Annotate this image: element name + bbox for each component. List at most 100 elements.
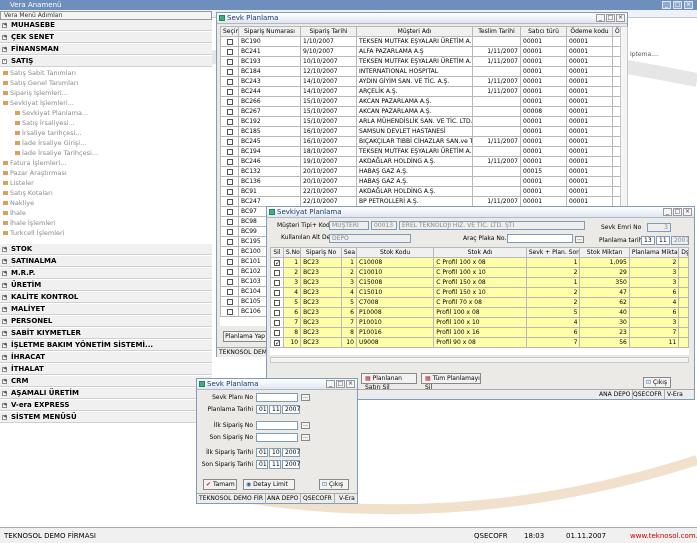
column-header[interactable]: Dş — [678, 247, 689, 258]
sevk-window-minimize-button[interactable]: _ — [596, 14, 605, 22]
sidebar-item[interactable]: + MALİYET — [0, 304, 212, 315]
collapse-icon[interactable]: - — [2, 59, 7, 64]
close-button[interactable]: × — [684, 1, 693, 9]
column-header[interactable]: Teslim Tarihi — [472, 26, 521, 37]
row-delete-checkbox[interactable] — [273, 299, 280, 306]
sevkiyat-window-close-button[interactable]: × — [683, 208, 692, 216]
table-row[interactable]: 8 BC23 8 P10016 Profil 100 x 16 6 23 7 — [270, 327, 689, 338]
row-checkbox[interactable] — [226, 38, 233, 45]
table-row[interactable]: 1BC231C10008C Profil 100 x 0811,0952 — [270, 257, 689, 268]
sidebar-subitem[interactable]: Turkcell İşlemleri — [0, 228, 212, 238]
row-checkbox[interactable] — [226, 158, 233, 165]
musteri-kodu-field[interactable]: 00013 — [371, 221, 397, 230]
sidebar-item[interactable]: + V-era EXPRESS — [0, 400, 212, 411]
sevk-plan-no-lookup-button[interactable]: ... — [301, 394, 310, 401]
table-cell[interactable]: 7 — [628, 327, 680, 338]
table-row[interactable]: BC247 22/10/2007 BP PETROLLERİ A.Ş. 1/11/20… — [220, 196, 620, 207]
row-checkbox[interactable] — [226, 228, 233, 235]
row-checkbox[interactable] — [226, 308, 233, 315]
column-header[interactable]: Stok Kodu — [355, 247, 435, 258]
ilk-siparis-no-field[interactable] — [256, 421, 298, 430]
ilk-tarih-ay-field[interactable]: 10 — [269, 448, 281, 457]
table-cell[interactable]: 3 — [628, 277, 680, 288]
planlanan-satiri-sil-button[interactable]: ▦ Planlanan Satırı Sil — [361, 373, 417, 391]
sidebar-subitem[interactable]: Pazar Araştırması — [0, 168, 212, 178]
table-row[interactable]: 3 BC23 3 C15008 C Profil 150 x 08 1 350 3 — [270, 277, 689, 288]
expand-icon[interactable]: + — [2, 379, 7, 384]
ilk-tarih-yil-field[interactable]: 2007 — [282, 448, 300, 457]
column-header[interactable]: Ö — [612, 26, 620, 37]
table-row[interactable]: BC136 20/10/2007 HABAŞ GAZ A.Ş. 00001 00001 — [220, 176, 620, 187]
table-cell[interactable]: 3 — [628, 267, 680, 278]
sidebar-subitem[interactable]: İade İrsaliye Tarihçesi... — [0, 148, 212, 158]
dialog-close-button[interactable]: × — [346, 380, 355, 388]
row-checkbox[interactable] — [226, 188, 233, 195]
sidebar-item[interactable]: + İTHALAT — [0, 364, 212, 375]
row-checkbox[interactable] — [226, 198, 233, 205]
son-siparis-lookup-button[interactable]: ... — [301, 434, 310, 441]
table-row[interactable]: 6 BC23 6 P10008 Profil 100 x 08 5 40 6 — [270, 307, 689, 318]
sevk-emri-field[interactable]: 3 — [647, 223, 671, 232]
column-header[interactable]: Müşteri Adı — [356, 26, 473, 37]
row-delete-checkbox[interactable] — [273, 319, 280, 326]
musteri-tipi-field[interactable]: MÜŞTERİ — [329, 221, 369, 230]
row-checkbox[interactable] — [226, 128, 233, 135]
sidebar-item[interactable]: + SATINALMA — [0, 256, 212, 267]
table-cell[interactable]: 6 — [628, 287, 680, 298]
expand-icon[interactable]: + — [2, 271, 7, 276]
sidebar-item[interactable]: + FİNANSMAN — [0, 44, 212, 55]
status-url[interactable]: www.teknosol.com.tr — [630, 528, 697, 543]
sevkiyat-window-maximize-button[interactable]: □ — [673, 208, 682, 216]
table-cell[interactable]: 11 — [628, 337, 680, 348]
row-delete-checkbox[interactable] — [273, 279, 280, 286]
expand-icon[interactable]: + — [2, 295, 7, 300]
column-header[interactable]: Sipariş Tarihi — [300, 26, 357, 37]
sidebar-subitem[interactable]: Sevkiyat Planlama... — [0, 108, 212, 118]
row-checkbox[interactable] — [226, 278, 233, 285]
row-delete-checkbox[interactable] — [273, 259, 280, 267]
arac-plaka-lookup-button[interactable]: ... — [575, 236, 584, 243]
expand-icon[interactable]: + — [2, 403, 7, 408]
sidebar-item[interactable]: + İHRACAT — [0, 352, 212, 363]
sidebar-subitem[interactable]: Sipariş İşlemleri... — [0, 88, 212, 98]
row-checkbox[interactable] — [226, 58, 233, 65]
arac-plaka-field[interactable] — [507, 234, 573, 243]
planning-grid-horizontal-scrollbar[interactable] — [270, 357, 689, 363]
expand-icon[interactable]: + — [2, 35, 7, 40]
row-checkbox[interactable] — [226, 208, 233, 215]
row-delete-checkbox[interactable] — [273, 289, 280, 296]
column-header[interactable]: Seçim — [220, 26, 239, 37]
expand-icon[interactable]: + — [2, 307, 7, 312]
sidebar-item[interactable]: + AŞAMALI ÜRETİM — [0, 388, 212, 399]
table-cell[interactable]: 3 — [628, 317, 680, 328]
sidebar-subitem[interactable]: Fatura İşlemleri... — [0, 158, 212, 168]
sidebar-subitem[interactable]: Satış Kotaları — [0, 188, 212, 198]
alt-depo-field[interactable]: DEPO — [329, 234, 411, 243]
row-checkbox[interactable] — [226, 168, 233, 175]
column-header[interactable]: S.No — [282, 247, 302, 258]
expand-icon[interactable]: + — [2, 47, 7, 52]
expand-icon[interactable]: + — [2, 367, 7, 372]
row-checkbox[interactable] — [226, 118, 233, 125]
expand-icon[interactable]: + — [2, 319, 7, 324]
table-row[interactable]: BC194 18/10/2007 TEKSEN MUTFAK EŞYALARI ÜR… — [220, 146, 620, 157]
sidebar-item[interactable]: + PERSONEL — [0, 316, 212, 327]
column-header[interactable]: Sipariş No — [300, 247, 342, 258]
table-row[interactable]: BC246 19/10/2007 AKDAĞLAR HOLDİNG A.Ş. 1/11… — [220, 156, 620, 167]
sidebar-subitem[interactable]: İhale — [0, 208, 212, 218]
row-checkbox[interactable] — [226, 268, 233, 275]
sidebar-item[interactable]: + İŞLETME BAKIM YÖNETİM SİSTEMİ... — [0, 340, 212, 351]
planlama-yil-field[interactable]: 2007 — [671, 236, 689, 245]
row-checkbox[interactable] — [226, 258, 233, 265]
row-checkbox[interactable] — [226, 98, 233, 105]
sidebar-item[interactable]: + ÜRETİM — [0, 280, 212, 291]
row-delete-checkbox[interactable] — [273, 309, 280, 316]
maximize-button[interactable]: □ — [673, 1, 682, 9]
table-row[interactable]: 7 BC23 7 P10010 Profil 100 x 10 4 30 3 — [270, 317, 689, 328]
table-row[interactable]: BC184 12/10/2007 INTERNATIONAL HOSPITAL 000… — [220, 66, 620, 77]
dialog-cikis-button[interactable]: ⊡ Çıkış — [319, 479, 349, 490]
sidebar-item[interactable]: + SİSTEM MENÜSÜ — [0, 412, 212, 423]
row-checkbox[interactable] — [226, 248, 233, 255]
table-row[interactable]: 10BC2310U9008Profil 90 x 0875611 — [270, 337, 689, 348]
sevkiyat-window-minimize-button[interactable]: _ — [663, 208, 672, 216]
